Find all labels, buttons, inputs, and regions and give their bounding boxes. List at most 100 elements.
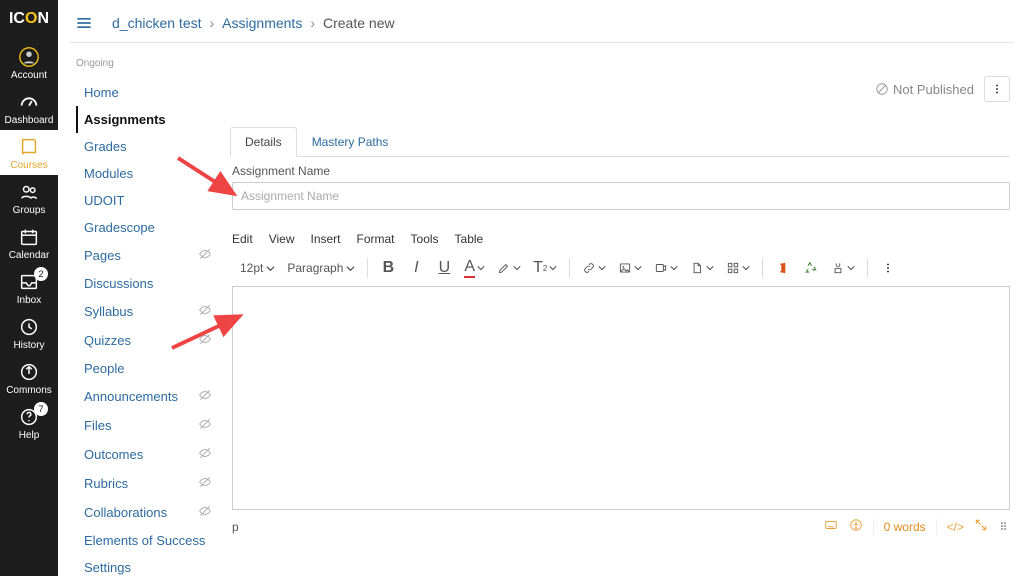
crumb-assignments[interactable]: Assignments <box>222 15 302 31</box>
nav-groups[interactable]: Groups <box>0 175 58 220</box>
recycle-icon <box>804 261 818 275</box>
cnav-grades[interactable]: Grades <box>76 133 214 160</box>
office365-button[interactable] <box>771 256 795 280</box>
nav-help[interactable]: 7 Help <box>0 400 58 445</box>
book-icon <box>18 136 40 158</box>
share-icon <box>18 361 40 383</box>
chevron-down-icon <box>549 264 557 272</box>
course-nav-toggle[interactable] <box>70 9 98 37</box>
topbar: d_chicken test › Assignments › Create ne… <box>70 6 1014 40</box>
cnav-files[interactable]: Files <box>76 411 214 440</box>
cnav-udoit[interactable]: UDOIT <box>76 187 214 214</box>
apps-icon <box>726 261 740 275</box>
equation-button[interactable] <box>827 256 859 280</box>
crumb-course[interactable]: d_chicken test <box>112 15 202 31</box>
menu-format[interactable]: Format <box>357 232 395 246</box>
cnav-discussions[interactable]: Discussions <box>76 270 214 297</box>
nav-history[interactable]: History <box>0 310 58 355</box>
bold-button[interactable]: B <box>376 256 400 280</box>
underline-button[interactable]: U <box>432 256 456 280</box>
apps-button[interactable] <box>722 256 754 280</box>
italic-button[interactable]: I <box>404 256 428 280</box>
element-path[interactable]: p <box>232 520 239 534</box>
text-color-button[interactable]: A <box>460 256 489 280</box>
divider <box>936 519 937 535</box>
history-icon <box>18 316 40 338</box>
toolbar-more-button[interactable] <box>876 256 900 280</box>
menu-edit[interactable]: Edit <box>232 232 253 246</box>
tab-mastery-paths[interactable]: Mastery Paths <box>297 127 404 157</box>
cnav-quizzes[interactable]: Quizzes <box>76 326 214 355</box>
divider <box>762 258 763 278</box>
cnav-outcomes[interactable]: Outcomes <box>76 440 214 469</box>
cnav-elements[interactable]: Elements of Success <box>76 527 214 554</box>
cnav-home[interactable]: Home <box>76 79 214 106</box>
cnav-assignments[interactable]: Assignments <box>76 106 214 133</box>
editor-toolbar: 12pt Paragraph B I U A T2 <box>232 252 1010 284</box>
chevron-right-icon: › <box>210 15 215 31</box>
menu-table[interactable]: Table <box>455 232 484 246</box>
chevron-down-icon <box>266 264 275 273</box>
nav-commons[interactable]: Commons <box>0 355 58 400</box>
block-format-select[interactable]: Paragraph <box>283 256 359 280</box>
editor-statusbar: p 0 words </> <box>232 518 1010 535</box>
nav-courses[interactable]: Courses <box>0 130 58 175</box>
hidden-icon <box>198 504 212 521</box>
nav-inbox[interactable]: 2 Inbox <box>0 265 58 310</box>
cnav-gradescope[interactable]: Gradescope <box>76 214 214 241</box>
cnav-syllabus[interactable]: Syllabus <box>76 297 214 326</box>
chevron-down-icon <box>477 264 485 272</box>
hidden-icon <box>198 247 212 264</box>
media-icon <box>654 261 668 275</box>
superscript-button[interactable]: T2 <box>529 256 561 280</box>
chevron-down-icon <box>346 264 355 273</box>
chevron-down-icon <box>634 264 642 272</box>
media-button[interactable] <box>650 256 682 280</box>
nav-account[interactable]: Account <box>0 40 58 85</box>
tab-details[interactable]: Details <box>230 127 297 157</box>
highlight-button[interactable] <box>493 256 525 280</box>
resize-handle[interactable] <box>998 519 1010 534</box>
nav-calendar[interactable]: Calendar <box>0 220 58 265</box>
recycle-button[interactable] <box>799 256 823 280</box>
keyboard-shortcuts-button[interactable] <box>823 518 839 535</box>
office-icon <box>776 261 790 275</box>
cnav-modules[interactable]: Modules <box>76 160 214 187</box>
cnav-settings[interactable]: Settings <box>76 554 214 581</box>
menu-tools[interactable]: Tools <box>411 232 439 246</box>
cnav-pages[interactable]: Pages <box>76 241 214 270</box>
accessibility-checker-button[interactable] <box>849 518 863 535</box>
nav-dashboard[interactable]: Dashboard <box>0 85 58 130</box>
font-size-select[interactable]: 12pt <box>236 256 279 280</box>
link-button[interactable] <box>578 256 610 280</box>
cnav-announcements[interactable]: Announcements <box>76 382 214 411</box>
kebab-icon <box>990 82 1004 96</box>
cnav-collaborations[interactable]: Collaborations <box>76 498 214 527</box>
word-count[interactable]: 0 words <box>884 520 926 534</box>
cnav-rubrics[interactable]: Rubrics <box>76 469 214 498</box>
chevron-down-icon <box>742 264 750 272</box>
hidden-icon <box>198 417 212 434</box>
divider <box>867 258 868 278</box>
menu-insert[interactable]: Insert <box>310 232 340 246</box>
image-button[interactable] <box>614 256 646 280</box>
divider <box>367 258 368 278</box>
accessibility-icon <box>849 518 863 532</box>
hamburger-icon <box>74 13 94 33</box>
help-badge: 7 <box>34 402 48 416</box>
fullscreen-button[interactable] <box>974 518 988 535</box>
divider <box>873 519 874 535</box>
cnav-people[interactable]: People <box>76 355 214 382</box>
assignment-name-input[interactable] <box>232 182 1010 210</box>
breadcrumb: d_chicken test › Assignments › Create ne… <box>112 15 395 31</box>
document-icon <box>690 261 704 275</box>
document-button[interactable] <box>686 256 718 280</box>
menu-view[interactable]: View <box>269 232 295 246</box>
more-options-button[interactable] <box>984 76 1010 102</box>
hidden-icon <box>198 332 212 349</box>
rich-text-editor[interactable] <box>232 286 1010 510</box>
html-editor-button[interactable]: </> <box>947 520 964 534</box>
chevron-down-icon <box>513 264 521 272</box>
chevron-down-icon <box>670 264 678 272</box>
divider <box>569 258 570 278</box>
